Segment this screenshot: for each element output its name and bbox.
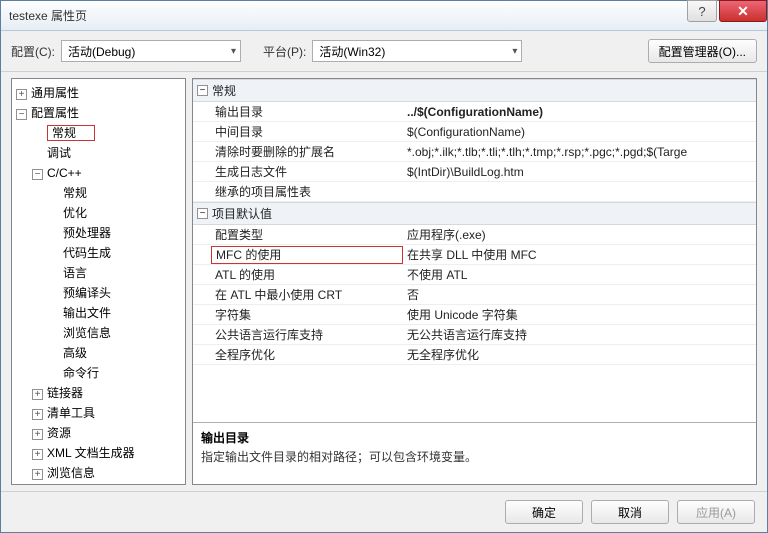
- tree-pane[interactable]: +通用属性 −配置属性 常规 调试 −C/C++ 常规优化预处理器代码生成语言预…: [11, 78, 186, 485]
- config-manager-button[interactable]: 配置管理器(O)...: [648, 39, 757, 63]
- ok-button[interactable]: 确定: [505, 500, 583, 524]
- close-button[interactable]: ✕: [719, 0, 767, 22]
- cancel-button[interactable]: 取消: [591, 500, 669, 524]
- property-row[interactable]: 字符集使用 Unicode 字符集: [193, 305, 756, 325]
- window-title: testexe 属性页: [9, 7, 687, 24]
- help-button[interactable]: ?: [687, 0, 717, 22]
- collapse-icon[interactable]: −: [32, 169, 43, 180]
- desc-title: 输出目录: [201, 429, 748, 446]
- content-area: +通用属性 −配置属性 常规 调试 −C/C++ 常规优化预处理器代码生成语言预…: [1, 72, 767, 491]
- expand-icon[interactable]: +: [32, 449, 43, 460]
- property-value[interactable]: ../$(ConfigurationName): [403, 105, 756, 119]
- tree-cpp-item[interactable]: 预处理器: [63, 226, 111, 240]
- expand-icon[interactable]: +: [32, 469, 43, 480]
- tree-debug[interactable]: 调试: [47, 146, 71, 160]
- platform-combo[interactable]: 活动(Win32): [312, 40, 522, 62]
- property-page-window: testexe 属性页 ? ✕ 配置(C): 活动(Debug) 平台(P): …: [0, 0, 768, 533]
- tree-cpp-item[interactable]: 输出文件: [63, 306, 111, 320]
- property-value[interactable]: 使用 Unicode 字符集: [403, 306, 756, 323]
- property-name: 配置类型: [193, 226, 403, 243]
- tree-common-props[interactable]: 通用属性: [31, 86, 79, 100]
- property-name: 输出目录: [193, 103, 403, 120]
- property-row[interactable]: 输出目录../$(ConfigurationName): [193, 102, 756, 122]
- property-name: 生成日志文件: [193, 163, 403, 180]
- property-value[interactable]: 无公共语言运行库支持: [403, 326, 756, 343]
- tree-general[interactable]: 常规: [47, 125, 95, 141]
- property-row[interactable]: ATL 的使用不使用 ATL: [193, 265, 756, 285]
- property-value[interactable]: 在共享 DLL 中使用 MFC: [403, 246, 756, 263]
- property-name: 字符集: [193, 306, 403, 323]
- tree-xmldoc[interactable]: XML 文档生成器: [47, 446, 135, 460]
- collapse-icon[interactable]: −: [197, 85, 208, 96]
- property-value[interactable]: 否: [403, 286, 756, 303]
- property-row[interactable]: 清除时要删除的扩展名*.obj;*.ilk;*.tlb;*.tli;*.tlh;…: [193, 142, 756, 162]
- property-row[interactable]: 配置类型应用程序(.exe): [193, 225, 756, 245]
- tree-cpp-item[interactable]: 优化: [63, 206, 87, 220]
- group-general[interactable]: −常规: [193, 79, 756, 102]
- tree-cpp-item[interactable]: 浏览信息: [63, 326, 111, 340]
- tree-cpp-item[interactable]: 命令行: [63, 366, 99, 380]
- tree-cpp-item[interactable]: 代码生成: [63, 246, 111, 260]
- tree-linker[interactable]: 链接器: [47, 386, 83, 400]
- expand-icon[interactable]: +: [32, 389, 43, 400]
- config-toolbar: 配置(C): 活动(Debug) 平台(P): 活动(Win32) 配置管理器(…: [1, 31, 767, 72]
- dialog-buttons: 确定 取消 应用(A): [1, 491, 767, 532]
- property-name: ATL 的使用: [193, 266, 403, 283]
- tree-config-props[interactable]: 配置属性: [31, 106, 79, 120]
- property-value[interactable]: *.obj;*.ilk;*.tlb;*.tli;*.tlh;*.tmp;*.rs…: [403, 145, 756, 159]
- property-name: MFC 的使用: [211, 246, 403, 264]
- property-value[interactable]: 不使用 ATL: [403, 266, 756, 283]
- expand-icon[interactable]: +: [32, 429, 43, 440]
- property-name: 继承的项目属性表: [193, 183, 403, 200]
- collapse-icon[interactable]: −: [197, 208, 208, 219]
- property-value[interactable]: 无全程序优化: [403, 346, 756, 363]
- property-value[interactable]: $(ConfigurationName): [403, 125, 756, 139]
- expand-icon[interactable]: +: [16, 89, 27, 100]
- collapse-icon[interactable]: −: [16, 109, 27, 120]
- property-row[interactable]: 公共语言运行库支持无公共语言运行库支持: [193, 325, 756, 345]
- property-row[interactable]: 在 ATL 中最小使用 CRT否: [193, 285, 756, 305]
- tree-cpp-item[interactable]: 预编译头: [63, 286, 111, 300]
- tree-resources[interactable]: 资源: [47, 426, 71, 440]
- desc-body: 指定输出文件目录的相对路径；可以包含环境变量。: [201, 448, 748, 465]
- property-name: 清除时要删除的扩展名: [193, 143, 403, 160]
- property-row[interactable]: 全程序优化无全程序优化: [193, 345, 756, 365]
- property-row[interactable]: MFC 的使用在共享 DLL 中使用 MFC: [193, 245, 756, 265]
- tree-manifest[interactable]: 清单工具: [47, 406, 95, 420]
- tree-cpp[interactable]: C/C++: [47, 166, 82, 180]
- property-name: 公共语言运行库支持: [193, 326, 403, 343]
- property-grid-pane: −常规 输出目录../$(ConfigurationName)中间目录$(Con…: [192, 78, 757, 485]
- property-name: 在 ATL 中最小使用 CRT: [193, 286, 403, 303]
- config-combo[interactable]: 活动(Debug): [61, 40, 241, 62]
- property-row[interactable]: 中间目录$(ConfigurationName): [193, 122, 756, 142]
- description-panel: 输出目录 指定输出文件目录的相对路径；可以包含环境变量。: [193, 422, 756, 484]
- property-row[interactable]: 继承的项目属性表: [193, 182, 756, 202]
- group-defaults[interactable]: −项目默认值: [193, 202, 756, 225]
- config-label: 配置(C):: [11, 43, 55, 60]
- titlebar: testexe 属性页 ? ✕: [1, 1, 767, 31]
- tree-cpp-item[interactable]: 高级: [63, 346, 87, 360]
- tree-cpp-item[interactable]: 语言: [63, 266, 87, 280]
- platform-label: 平台(P):: [263, 43, 306, 60]
- apply-button[interactable]: 应用(A): [677, 500, 755, 524]
- property-name: 全程序优化: [193, 346, 403, 363]
- property-row[interactable]: 生成日志文件$(IntDir)\BuildLog.htm: [193, 162, 756, 182]
- property-grid[interactable]: −常规 输出目录../$(ConfigurationName)中间目录$(Con…: [193, 79, 756, 422]
- property-value[interactable]: 应用程序(.exe): [403, 226, 756, 243]
- property-name: 中间目录: [193, 123, 403, 140]
- expand-icon[interactable]: +: [32, 409, 43, 420]
- tree-cpp-item[interactable]: 常规: [63, 186, 87, 200]
- property-value[interactable]: $(IntDir)\BuildLog.htm: [403, 165, 756, 179]
- tree-browse[interactable]: 浏览信息: [47, 466, 95, 480]
